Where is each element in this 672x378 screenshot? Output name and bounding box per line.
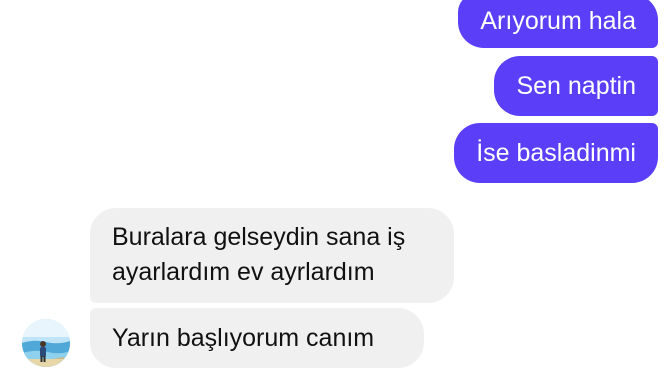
incoming-message-bubble[interactable]: Yarın başlıyorum canım [90,308,424,368]
message-text: İse basladinmi [476,138,636,167]
message-text: Buralara gelseydin sana iş ayarlardım ev… [112,223,406,286]
avatar-photo-icon [22,319,70,367]
message-text: Yarın başlıyorum canım [112,323,375,352]
outgoing-message-bubble[interactable]: Arıyorum hala [458,0,658,48]
outgoing-message-bubble[interactable]: İse basladinmi [454,123,658,183]
message-text: Arıyorum hala [480,6,636,35]
incoming-message-bubble[interactable]: Buralara gelseydin sana iş ayarlardım ev… [90,208,454,303]
contact-avatar-icon[interactable] [22,319,70,367]
outgoing-message-bubble[interactable]: Sen naptin [494,56,658,116]
message-text: Sen naptin [516,71,636,100]
chat-thread: Arıyorum hala Sen naptin İse basladinmi … [0,0,672,378]
